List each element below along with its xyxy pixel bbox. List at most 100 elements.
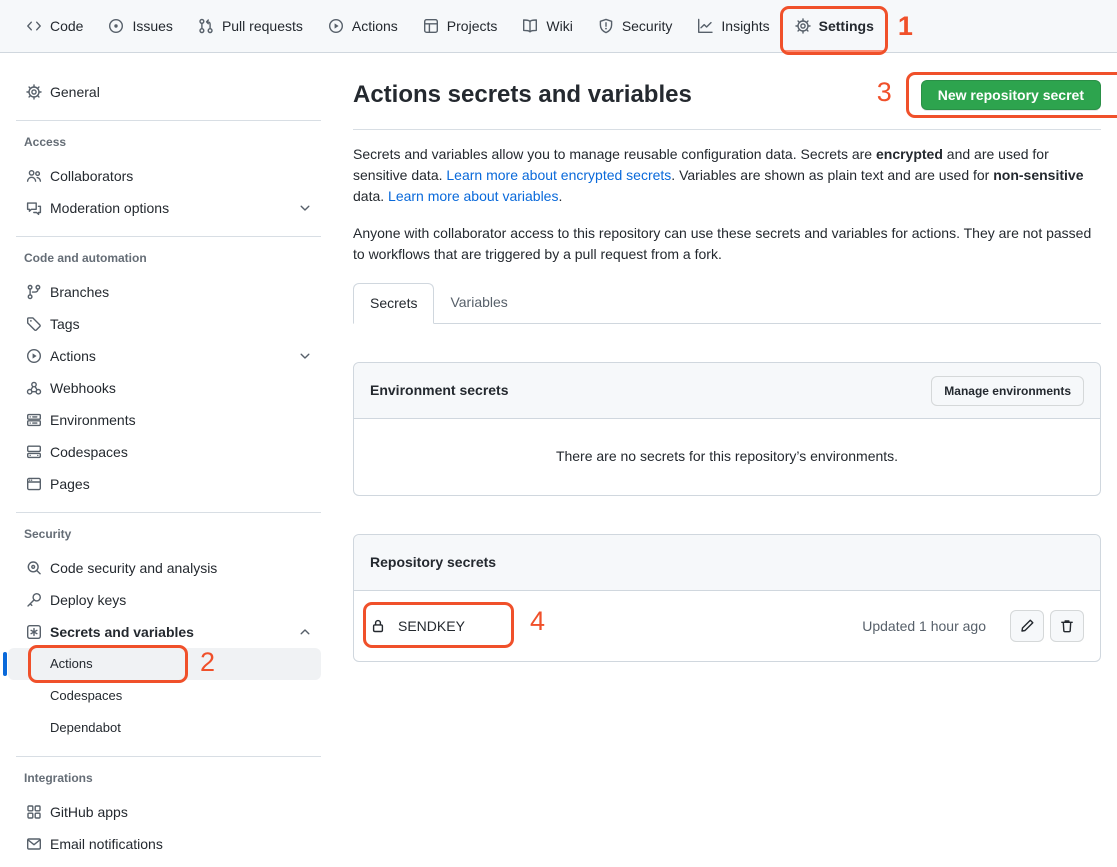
repo-nav: Code Issues Pull requests Actions Projec… xyxy=(0,0,1117,53)
issue-opened-icon xyxy=(108,18,124,34)
nav-tab-projects[interactable]: Projects xyxy=(421,0,500,52)
sidebar-subitem-label: Codespaces xyxy=(50,686,122,706)
chevron-down-icon xyxy=(297,348,313,364)
secret-actions xyxy=(1010,610,1084,642)
annotation-number-1: 1 xyxy=(898,11,913,41)
description-bold: encrypted xyxy=(876,146,943,162)
sidebar-item-code-security[interactable]: Code security and analysis xyxy=(8,552,321,584)
sidebar-item-label: Actions xyxy=(50,346,289,367)
git-branch-icon xyxy=(26,284,42,300)
nav-tab-label: Issues xyxy=(132,16,172,37)
settings-sidebar: General Access Collaborators Moderation … xyxy=(0,53,337,860)
sidebar-divider xyxy=(16,236,321,237)
sidebar-item-label: General xyxy=(50,82,313,103)
graph-icon xyxy=(697,18,713,34)
gear-icon xyxy=(26,84,42,100)
learn-more-encrypted-secrets-link[interactable]: Learn more about encrypted secrets xyxy=(446,167,671,183)
nav-tab-issues[interactable]: Issues xyxy=(106,0,174,52)
play-icon xyxy=(328,18,344,34)
nav-tab-label: Projects xyxy=(447,16,498,37)
page-header: Actions secrets and variables New reposi… xyxy=(353,77,1101,130)
description-paragraph-2: Anyone with collaborator access to this … xyxy=(353,223,1101,265)
secret-name-text: SENDKEY xyxy=(398,616,465,637)
sidebar-subitem-label: Dependabot xyxy=(50,718,121,738)
asterisk-box-icon xyxy=(26,624,42,640)
sidebar-divider xyxy=(16,756,321,757)
active-item-bar xyxy=(3,652,7,676)
sidebar-item-webhooks[interactable]: Webhooks xyxy=(8,372,321,404)
sidebar-divider xyxy=(16,512,321,513)
sidebar-item-email-notifications[interactable]: Email notifications xyxy=(8,828,321,860)
sidebar-item-collaborators[interactable]: Collaborators xyxy=(8,160,321,192)
sidebar-item-general[interactable]: General xyxy=(8,76,321,108)
sidebar-item-environments[interactable]: Environments xyxy=(8,404,321,436)
sidebar-item-label: Secrets and variables xyxy=(50,622,289,643)
page-title: Actions secrets and variables xyxy=(353,77,692,113)
new-repository-secret-button[interactable]: New repository secret xyxy=(921,80,1101,110)
table-icon xyxy=(423,18,439,34)
sidebar-item-label: Email notifications xyxy=(50,834,313,855)
annotation-number-3: 3 xyxy=(877,77,892,107)
sidebar-item-label: Code security and analysis xyxy=(50,558,313,579)
sidebar-item-pages[interactable]: Pages xyxy=(8,468,321,500)
sidebar-item-actions[interactable]: Actions xyxy=(8,340,321,372)
sidebar-item-codespaces[interactable]: Codespaces xyxy=(8,436,321,468)
manage-environments-button[interactable]: Manage environments xyxy=(931,376,1084,406)
sidebar-section-security: Security xyxy=(24,525,321,543)
sidebar-item-label: Codespaces xyxy=(50,442,313,463)
description-text: Secrets and variables allow you to manag… xyxy=(353,146,876,162)
comment-discussion-icon xyxy=(26,200,42,216)
page-description: Secrets and variables allow you to manag… xyxy=(353,144,1101,265)
pencil-icon xyxy=(1019,618,1035,634)
webhook-icon xyxy=(26,380,42,396)
tab-variables[interactable]: Variables xyxy=(434,283,523,323)
chevron-up-icon xyxy=(297,624,313,640)
active-tab-underline xyxy=(783,50,886,52)
edit-secret-button[interactable] xyxy=(1010,610,1044,642)
nav-tab-label: Actions xyxy=(352,16,398,37)
nav-tab-label: Pull requests xyxy=(222,16,303,37)
tab-secrets[interactable]: Secrets xyxy=(353,283,434,324)
play-icon xyxy=(26,348,42,364)
sidebar-section-code-and-automation: Code and automation xyxy=(24,249,321,267)
delete-secret-button[interactable] xyxy=(1050,610,1084,642)
repository-secrets-title: Repository secrets xyxy=(370,552,496,573)
sidebar-item-moderation-options[interactable]: Moderation options xyxy=(8,192,321,224)
sidebar-subitem-codespaces[interactable]: Codespaces xyxy=(8,680,321,712)
sidebar-section-integrations: Integrations xyxy=(24,769,321,787)
sidebar-section-access: Access xyxy=(24,133,321,151)
nav-tab-code[interactable]: Code xyxy=(24,0,85,52)
sidebar-item-secrets-and-variables[interactable]: Secrets and variables xyxy=(8,616,321,648)
nav-tab-label: Code xyxy=(50,16,83,37)
secret-updated-text: Updated 1 hour ago xyxy=(862,616,986,637)
nav-tab-settings[interactable]: Settings 1 xyxy=(793,0,876,52)
nav-tab-wiki[interactable]: Wiki xyxy=(520,0,574,52)
book-icon xyxy=(522,18,538,34)
nav-tab-security[interactable]: Security xyxy=(596,0,675,52)
description-bold: non-sensitive xyxy=(993,167,1083,183)
sidebar-subitem-dependabot[interactable]: Dependabot xyxy=(8,712,321,744)
nav-tab-pull-requests[interactable]: Pull requests xyxy=(196,0,305,52)
sidebar-item-label: Branches xyxy=(50,282,313,303)
sidebar-divider xyxy=(16,120,321,121)
people-icon xyxy=(26,168,42,184)
lock-icon xyxy=(370,618,386,634)
sidebar-item-deploy-keys[interactable]: Deploy keys xyxy=(8,584,321,616)
sidebar-item-tags[interactable]: Tags xyxy=(8,308,321,340)
main-content: Actions secrets and variables New reposi… xyxy=(337,53,1117,662)
secret-name-sendkey: SENDKEY 4 xyxy=(370,616,465,637)
learn-more-variables-link[interactable]: Learn more about variables xyxy=(388,188,558,204)
nav-tab-actions[interactable]: Actions xyxy=(326,0,400,52)
chevron-down-icon xyxy=(297,200,313,216)
nav-tab-label: Wiki xyxy=(546,16,572,37)
annotation-number-2: 2 xyxy=(200,647,215,677)
sidebar-subitem-actions[interactable]: Actions 2 xyxy=(8,648,321,680)
sidebar-item-label: GitHub apps xyxy=(50,802,313,823)
nav-tab-insights[interactable]: Insights xyxy=(695,0,771,52)
mail-icon xyxy=(26,836,42,852)
sidebar-item-github-apps[interactable]: GitHub apps xyxy=(8,796,321,828)
github-repo-settings-page: Code Issues Pull requests Actions Projec… xyxy=(0,0,1117,867)
sidebar-item-branches[interactable]: Branches xyxy=(8,276,321,308)
gear-icon xyxy=(795,18,811,34)
environment-secrets-empty-message: There are no secrets for this repository… xyxy=(354,419,1100,495)
